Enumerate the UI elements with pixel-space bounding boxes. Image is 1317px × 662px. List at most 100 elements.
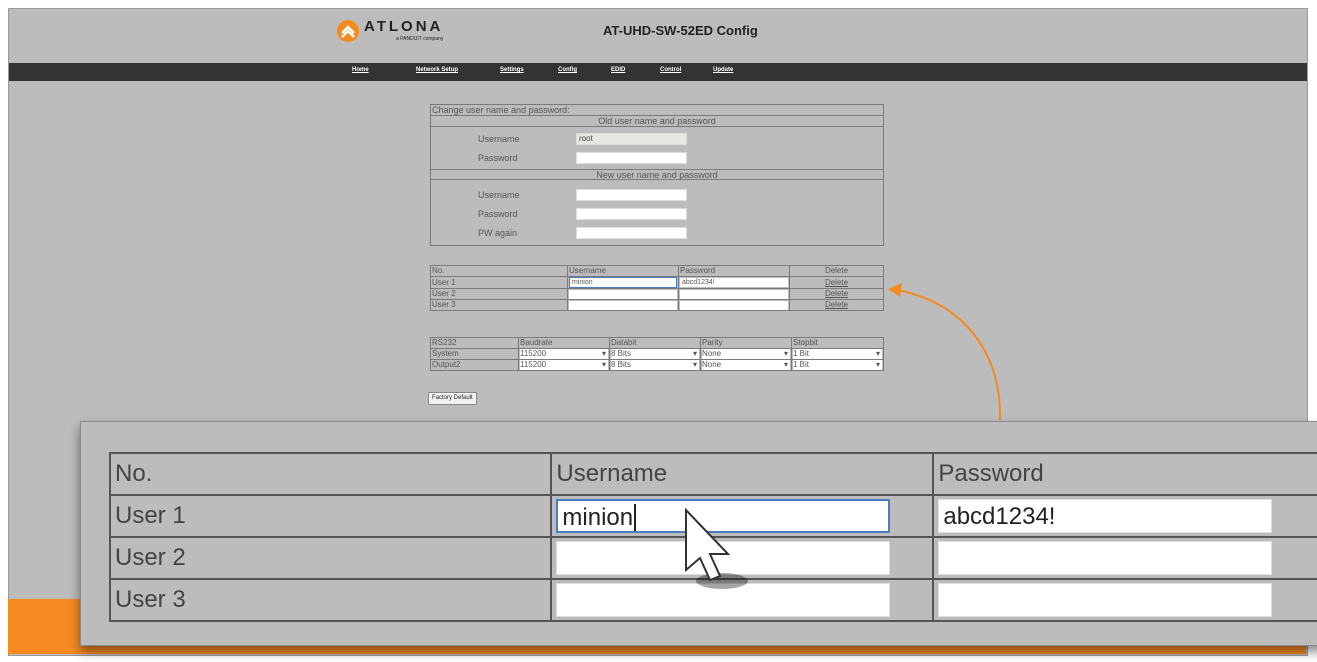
username-input[interactable] bbox=[569, 289, 677, 299]
nav-settings[interactable]: Settings bbox=[500, 67, 524, 73]
zoom-user-no: User 1 bbox=[108, 494, 553, 538]
factory-default-button[interactable]: Factory Default bbox=[428, 392, 477, 405]
stopbit-value: 1 Bit bbox=[793, 360, 810, 369]
parity-select[interactable]: None ▾ bbox=[702, 360, 790, 370]
old-header-row: Old user name and password bbox=[431, 116, 883, 127]
header-password: Password bbox=[678, 265, 790, 277]
nav-control[interactable]: Control bbox=[660, 67, 681, 73]
pw-again-label: PW again bbox=[478, 228, 518, 238]
old-username-field[interactable]: root bbox=[576, 133, 687, 145]
header-no: No. bbox=[430, 265, 568, 277]
databit-value: 8 Bits bbox=[611, 360, 632, 369]
new-header-row: New user name and password bbox=[431, 169, 883, 180]
nav-config[interactable]: Config bbox=[558, 67, 577, 73]
old-password-field[interactable] bbox=[576, 152, 687, 164]
pw-again-field[interactable] bbox=[576, 227, 687, 239]
stopbit-value: 1 Bit bbox=[793, 349, 810, 358]
zoom-header-password: Password bbox=[932, 452, 1317, 496]
stopbit-select[interactable]: 1 Bit ▾ bbox=[793, 360, 882, 370]
table-row: User 3 Delete bbox=[430, 299, 884, 311]
header-rs232: RS232 bbox=[430, 337, 519, 349]
nav-update[interactable]: Update bbox=[713, 67, 733, 73]
dropdown-arrow-icon: ▾ bbox=[692, 349, 697, 358]
dropdown-arrow-icon: ▾ bbox=[601, 349, 606, 358]
dropdown-arrow-icon: ▾ bbox=[875, 349, 880, 358]
username-input[interactable] bbox=[569, 300, 677, 310]
dropdown-arrow-icon: ▾ bbox=[875, 360, 880, 369]
delete-link[interactable]: Delete bbox=[789, 276, 884, 289]
delete-link[interactable]: Delete bbox=[789, 299, 884, 311]
databit-value: 8 Bits bbox=[611, 349, 632, 358]
user-no: User 2 bbox=[430, 288, 568, 300]
new-credentials-header: New user name and password bbox=[596, 170, 718, 180]
zoom-user-no: User 3 bbox=[108, 578, 553, 622]
baudrate-select[interactable]: 115200 ▾ bbox=[520, 349, 608, 359]
parity-value: None bbox=[702, 360, 722, 369]
atlona-logo-icon bbox=[337, 20, 359, 42]
nav-network-setup[interactable]: Network Setup bbox=[416, 67, 458, 73]
users-table: No. Username Password Delete User 1 mini… bbox=[430, 265, 884, 311]
delete-link[interactable]: Delete bbox=[789, 288, 884, 300]
password-input[interactable] bbox=[680, 300, 788, 310]
zoom-header-no: No. bbox=[108, 452, 553, 496]
zoom-user-no: User 2 bbox=[108, 536, 553, 580]
new-password-field[interactable] bbox=[576, 208, 687, 220]
mouse-pointer-icon bbox=[685, 507, 748, 589]
zoom-password-input[interactable] bbox=[938, 541, 1273, 575]
header-username: Username bbox=[567, 265, 679, 277]
password-input[interactable] bbox=[680, 289, 788, 299]
new-password-label: Password bbox=[478, 209, 518, 219]
table-row: User 2 Delete bbox=[430, 288, 884, 300]
table-row: System 115200 ▾ 8 Bits ▾ None ▾ 1 Bit ▾ bbox=[430, 348, 884, 360]
rs232-port-name: Output2 bbox=[430, 359, 519, 371]
header-stopbit: Stopbit bbox=[791, 337, 884, 349]
header-databit: Databit bbox=[609, 337, 701, 349]
zoomed-users-detail: No. Username Password User 1 minion abcd… bbox=[80, 421, 1317, 646]
zoomed-header-row: No. Username Password bbox=[108, 452, 1317, 496]
header-parity: Parity bbox=[700, 337, 792, 349]
rs232-port-name: System bbox=[430, 348, 519, 360]
old-username-label: Username bbox=[478, 134, 520, 144]
zoom-username-value: minion bbox=[562, 504, 634, 531]
password-input[interactable]: abcd1234! bbox=[680, 278, 788, 287]
credentials-title: Change user name and password: bbox=[432, 105, 570, 115]
zoom-header-username: Username bbox=[550, 452, 935, 496]
header-baudrate: Baudrate bbox=[518, 337, 610, 349]
page-title: AT-UHD-SW-52ED Config bbox=[603, 23, 758, 38]
nav-home[interactable]: Home bbox=[352, 67, 369, 73]
databit-select[interactable]: 8 Bits ▾ bbox=[611, 360, 699, 370]
credentials-panel: Change user name and password: Old user … bbox=[430, 104, 884, 246]
users-header-row: No. Username Password Delete bbox=[430, 265, 884, 277]
header: ATLONA a PANDUIT company AT-UHD-SW-52ED … bbox=[9, 9, 1307, 61]
databit-select[interactable]: 8 Bits ▾ bbox=[611, 349, 699, 359]
baudrate-select[interactable]: 115200 ▾ bbox=[520, 360, 608, 370]
rs232-header-row: RS232 Baudrate Databit Parity Stopbit bbox=[430, 337, 884, 349]
user-no: User 3 bbox=[430, 299, 568, 311]
dropdown-arrow-icon: ▾ bbox=[692, 360, 697, 369]
table-row: Output2 115200 ▾ 8 Bits ▾ None ▾ 1 Bit ▾ bbox=[430, 359, 884, 371]
atlona-logo: ATLONA a PANDUIT company bbox=[336, 19, 443, 49]
zoom-password-input[interactable]: abcd1234! bbox=[938, 499, 1273, 533]
new-username-label: Username bbox=[478, 190, 520, 200]
logo-word: ATLONA bbox=[364, 18, 444, 35]
parity-value: None bbox=[702, 349, 722, 358]
zoom-password-input[interactable] bbox=[938, 583, 1273, 617]
nav-edid[interactable]: EDID bbox=[611, 67, 625, 73]
nav-bar: Home Network Setup Settings Config EDID … bbox=[9, 63, 1307, 81]
old-password-label: Password bbox=[478, 153, 518, 163]
parity-select[interactable]: None ▾ bbox=[702, 349, 790, 359]
logo-subtitle: a PANDUIT company bbox=[396, 36, 444, 42]
dropdown-arrow-icon: ▾ bbox=[783, 349, 788, 358]
new-username-field[interactable] bbox=[576, 189, 687, 201]
stopbit-select[interactable]: 1 Bit ▾ bbox=[793, 349, 882, 359]
table-row: User 1 minion abcd1234! Delete bbox=[430, 276, 884, 289]
dropdown-arrow-icon: ▾ bbox=[783, 360, 788, 369]
baudrate-value: 115200 bbox=[520, 349, 547, 358]
header-delete: Delete bbox=[789, 265, 884, 277]
dropdown-arrow-icon: ▾ bbox=[601, 360, 606, 369]
rs232-table: RS232 Baudrate Databit Parity Stopbit Sy… bbox=[430, 337, 884, 371]
credentials-title-row: Change user name and password: bbox=[431, 105, 883, 116]
old-credentials-header: Old user name and password bbox=[598, 116, 716, 126]
user-no: User 1 bbox=[430, 276, 568, 289]
username-input[interactable]: minion bbox=[569, 277, 677, 288]
